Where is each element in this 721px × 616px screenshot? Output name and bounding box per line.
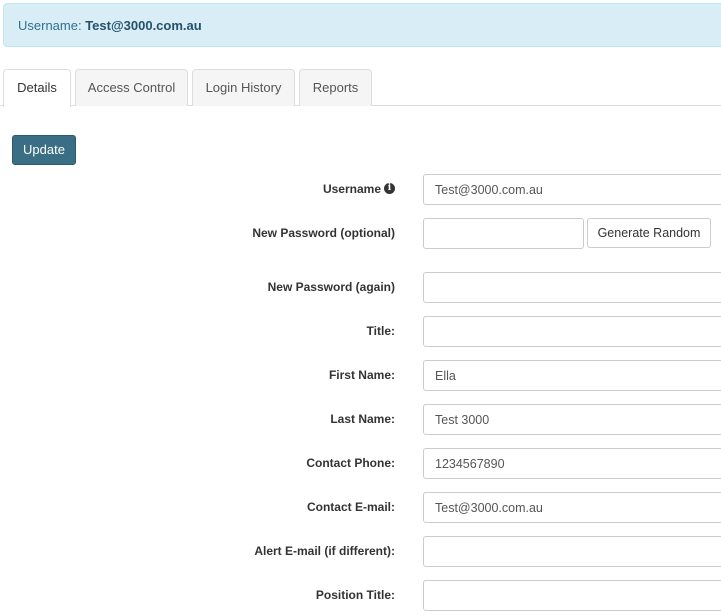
generate-random-button[interactable]: Generate Random: [587, 218, 711, 248]
username-banner: Username: Test@3000.com.au: [3, 3, 721, 47]
form-row-contact-phone: Contact Phone:: [0, 448, 721, 479]
contact-phone-label: Contact Phone:: [306, 456, 395, 470]
alert-email-label: Alert E-mail (if different):: [254, 544, 395, 558]
new-password-again-input[interactable]: [423, 272, 721, 303]
form-row-username: Username i: [0, 174, 721, 205]
form-row-contact-email: Contact E-mail:: [0, 492, 721, 523]
form-row-new-password: New Password (optional) Generate Random: [0, 218, 721, 249]
new-password-input[interactable]: [423, 218, 584, 249]
tab-access-control[interactable]: Access Control: [75, 69, 188, 106]
new-password-again-label: New Password (again): [267, 280, 395, 294]
form-row-last-name: Last Name:: [0, 404, 721, 435]
tab-reports[interactable]: Reports: [299, 69, 372, 106]
username-label-text: Username: [322, 182, 381, 196]
form-row-first-name: First Name:: [0, 360, 721, 391]
tab-bar: Details Access Control Login History Rep…: [0, 69, 721, 107]
username-label: Username i: [323, 174, 395, 205]
banner-username: Test@3000.com.au: [85, 18, 202, 33]
position-title-label: Position Title:: [315, 588, 395, 602]
form-row-new-password-again: New Password (again): [0, 272, 721, 303]
title-label: Title:: [366, 324, 395, 338]
form-row-position-title: Position Title:: [0, 580, 721, 611]
title-input[interactable]: [423, 316, 721, 347]
banner-prefix: Username:: [18, 18, 86, 33]
alert-email-input[interactable]: [423, 536, 721, 567]
last-name-label: Last Name:: [330, 412, 395, 426]
first-name-input[interactable]: [423, 360, 721, 391]
new-password-label: New Password (optional): [252, 226, 395, 240]
form-row-alert-email: Alert E-mail (if different):: [0, 536, 721, 567]
tab-details[interactable]: Details: [3, 69, 71, 107]
form-row-title: Title:: [0, 316, 721, 347]
contact-email-label: Contact E-mail:: [306, 500, 395, 514]
position-title-input[interactable]: [423, 580, 721, 611]
contact-email-input[interactable]: [423, 492, 721, 523]
username-input[interactable]: [423, 174, 721, 205]
tab-login-history[interactable]: Login History: [192, 69, 295, 106]
info-circle-icon[interactable]: i: [384, 183, 395, 195]
last-name-input[interactable]: [423, 404, 721, 435]
first-name-label: First Name:: [328, 368, 395, 382]
update-button[interactable]: Update: [12, 135, 76, 165]
contact-phone-input[interactable]: [423, 448, 721, 479]
